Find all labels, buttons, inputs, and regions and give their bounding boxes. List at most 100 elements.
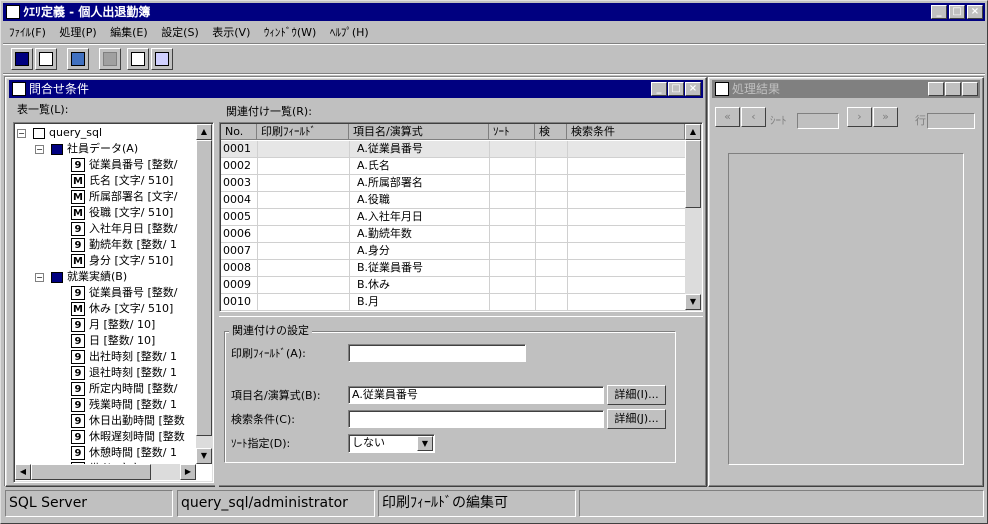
main-title-bar[interactable]: ｸｴﾘ定義 - 個人出退勤簿 _ □ × xyxy=(3,3,985,21)
tree-hscroll-thumb[interactable] xyxy=(31,464,151,480)
table-row[interactable]: 0007 A.身分 xyxy=(221,243,687,260)
maximize-button[interactable]: □ xyxy=(949,5,965,19)
menu-file[interactable]: ﾌｧｲﾙ(F) xyxy=(9,26,46,39)
grid-column-header[interactable]: No. xyxy=(221,124,257,140)
tree-field[interactable]: 9 残業時間 [整数/ 1 xyxy=(71,397,177,413)
tree-group-toggle[interactable]: − xyxy=(35,273,44,282)
tree-field[interactable]: 9 従業員番号 [整数/ xyxy=(71,157,178,173)
cell-divider xyxy=(257,158,258,175)
table-row[interactable]: 0010 B.月 xyxy=(221,294,687,311)
cell-no: 0007 xyxy=(223,244,251,257)
cell-divider xyxy=(257,209,258,226)
toolbar-separator xyxy=(3,73,985,75)
grid-column-header[interactable]: 項目名/演算式 xyxy=(349,124,489,140)
tree-field[interactable]: 9 入社年月日 [整数/ xyxy=(71,221,178,237)
main-window: ｸｴﾘ定義 - 個人出退勤簿 _ □ × ﾌｧｲﾙ(F) 処理(P) 編集(E)… xyxy=(0,0,988,524)
tree-field[interactable]: 9 日 [整数/ 10] xyxy=(71,333,155,349)
tree-field[interactable]: 9 従業員番号 [整数/ xyxy=(71,285,178,301)
tree-field[interactable]: 9 勤続年数 [整数/ 1 xyxy=(71,237,177,253)
tree-group[interactable]: 就業実績(B) xyxy=(51,269,127,285)
tree-field-label: 休み [文字/ 510] xyxy=(89,302,174,315)
menu-view[interactable]: 表示(V) xyxy=(212,26,250,39)
tree-scroll-thumb[interactable] xyxy=(196,140,212,436)
query-close-button[interactable]: × xyxy=(685,82,701,96)
grid-column-header[interactable]: 検 xyxy=(535,124,567,140)
result-window-title-bar[interactable]: 処理結果 _ □ × xyxy=(712,80,980,98)
tree-field[interactable]: 9 休暇遅刻時間 [整数 xyxy=(71,429,185,445)
query-window-title-bar[interactable]: 問合せ条件 _ □ × xyxy=(9,80,703,98)
tree-root-toggle[interactable]: − xyxy=(17,129,26,138)
cell-divider xyxy=(535,277,536,294)
menu-process[interactable]: 処理(P) xyxy=(59,26,96,39)
table-row[interactable]: 0006 A.勤続年数 xyxy=(221,226,687,243)
tree-field[interactable]: 9 所定内時間 [整数/ xyxy=(71,381,178,397)
tree-root[interactable]: query_sql xyxy=(33,125,102,141)
tree-field[interactable]: M 所属部署名 [文字/ xyxy=(71,189,178,205)
table-row[interactable]: 0008 B.従業員番号 xyxy=(221,260,687,277)
table-row[interactable]: 0004 A.役職 xyxy=(221,192,687,209)
tree-field[interactable]: M 氏名 [文字/ 510] xyxy=(71,173,173,189)
query-icon[interactable] xyxy=(127,48,149,70)
disabled-icon[interactable] xyxy=(99,48,121,70)
expr-detail-button[interactable]: 詳細(I)... xyxy=(607,385,666,405)
tree-scroll-right[interactable]: ▶ xyxy=(180,464,196,480)
cell-divider xyxy=(349,209,350,226)
minimize-button[interactable]: _ xyxy=(931,5,947,19)
grid-scroll-down[interactable]: ▼ xyxy=(685,294,701,310)
close-button[interactable]: × xyxy=(967,5,983,19)
table-icon[interactable] xyxy=(35,48,57,70)
sheet-input[interactable] xyxy=(797,113,839,129)
tree-field[interactable]: 9 休憩時間 [整数/ 1 xyxy=(71,445,177,461)
menu-settings[interactable]: 設定(S) xyxy=(161,26,199,39)
result-close-button[interactable]: × xyxy=(962,82,978,96)
table-row[interactable]: 0001 A.従業員番号 xyxy=(221,141,687,158)
next-sheet-button[interactable]: › xyxy=(847,107,872,127)
tree-scroll-down[interactable]: ▼ xyxy=(196,448,212,464)
query-maximize-button[interactable]: □ xyxy=(668,82,684,96)
grid-column-header[interactable]: 印刷ﾌｨｰﾙﾄﾞ xyxy=(257,124,349,140)
first-sheet-button[interactable]: « xyxy=(715,107,740,127)
run-icon[interactable] xyxy=(151,48,173,70)
table-row[interactable]: 0009 B.休み xyxy=(221,277,687,294)
tree-field[interactable]: M 役職 [文字/ 510] xyxy=(71,205,173,221)
menu-edit[interactable]: 編集(E) xyxy=(110,26,148,39)
tree-field[interactable]: 9 出社時刻 [整数/ 1 xyxy=(71,349,177,365)
menu-help[interactable]: ﾍﾙﾌﾟ(H) xyxy=(330,26,369,39)
cell-expression: A.役職 xyxy=(357,193,390,206)
menu-window[interactable]: ｳｨﾝﾄﾞｳ(W) xyxy=(264,26,316,39)
table-row[interactable]: 0002 A.氏名 xyxy=(221,158,687,175)
save-icon[interactable] xyxy=(11,48,33,70)
export-icon[interactable] xyxy=(67,48,89,70)
grid-scroll-up[interactable]: ▲ xyxy=(685,124,701,140)
last-sheet-button[interactable]: » xyxy=(873,107,898,127)
result-minimize-button[interactable]: _ xyxy=(928,82,944,96)
tree-field[interactable]: M 休み [文字/ 510] xyxy=(71,301,173,317)
row-input[interactable] xyxy=(927,113,975,129)
tree-group[interactable]: 社員データ(A) xyxy=(51,141,138,157)
tree-field[interactable]: 9 月 [整数/ 10] xyxy=(71,317,155,333)
grid-column-header[interactable]: ｿｰﾄ xyxy=(489,124,535,140)
query-minimize-button[interactable]: _ xyxy=(651,82,667,96)
tree-field-label: 退社時刻 [整数/ 1 xyxy=(89,366,177,379)
number-type-icon: 9 xyxy=(71,398,85,412)
prev-sheet-button[interactable]: ‹ xyxy=(741,107,766,127)
result-maximize-button[interactable]: □ xyxy=(945,82,961,96)
print-field-input[interactable] xyxy=(348,344,526,362)
table-row[interactable]: 0003 A.所属部署名 xyxy=(221,175,687,192)
number-type-icon: 9 xyxy=(71,318,85,332)
tree-scroll-up[interactable]: ▲ xyxy=(196,124,212,140)
tree-field[interactable]: 9 休日出勤時間 [整数 xyxy=(71,413,185,429)
tree-group-toggle[interactable]: − xyxy=(35,145,44,154)
cell-divider xyxy=(349,158,350,175)
grid-column-header[interactable]: 検索条件 xyxy=(567,124,685,140)
sort-dropdown-button[interactable]: ▼ xyxy=(417,436,433,451)
tree-field[interactable]: 9 退社時刻 [整数/ 1 xyxy=(71,365,177,381)
grid-scroll-thumb[interactable] xyxy=(685,140,701,208)
expr-input[interactable]: A.従業員番号 xyxy=(348,386,604,404)
search-input[interactable] xyxy=(348,410,604,428)
tree-field[interactable]: M 身分 [文字/ 510] xyxy=(71,253,173,269)
search-detail-button[interactable]: 詳細(J)... xyxy=(607,409,666,429)
table-row[interactable]: 0005 A.入社年月日 xyxy=(221,209,687,226)
tree-scroll-left[interactable]: ◀ xyxy=(15,464,31,480)
cell-no: 0010 xyxy=(223,295,251,308)
